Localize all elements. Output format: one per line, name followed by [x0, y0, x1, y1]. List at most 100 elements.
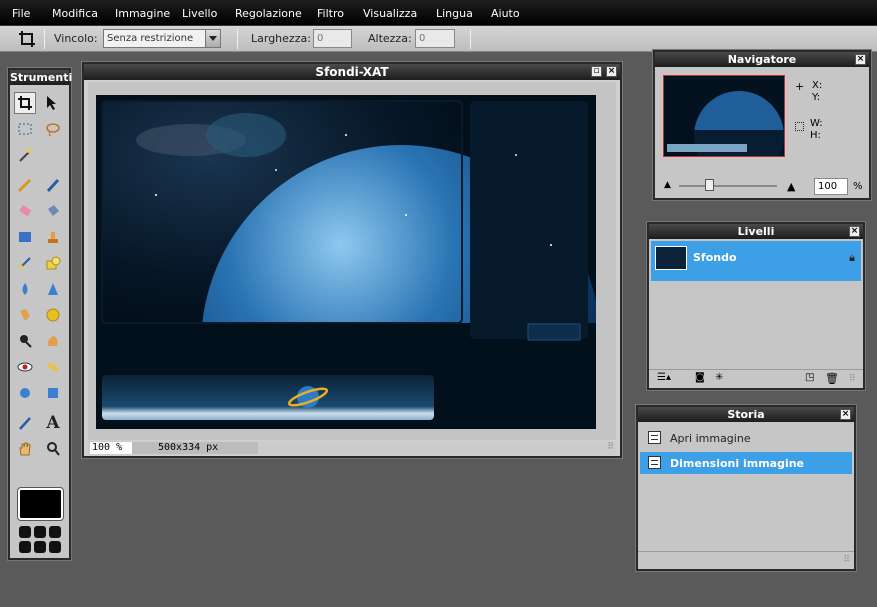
navigator-thumbnail-image	[664, 76, 784, 156]
history-step-icon	[648, 431, 661, 444]
zoom-slider-track[interactable]	[679, 185, 777, 187]
constraint-label: Vincolo:	[54, 32, 98, 45]
menu-modifica[interactable]: Modifica	[52, 7, 98, 20]
menu-immagine[interactable]: Immagine	[115, 7, 170, 20]
sharpen-icon[interactable]	[42, 278, 64, 300]
red-eye-icon[interactable]	[14, 356, 36, 378]
eraser-icon[interactable]	[14, 200, 36, 222]
zoom-slider-handle[interactable]	[705, 179, 714, 191]
palette-chip[interactable]	[49, 526, 61, 538]
shape-icon[interactable]	[42, 252, 64, 274]
brush-icon[interactable]	[42, 174, 64, 196]
layer-thumbnail	[655, 246, 687, 270]
h-label: H:	[810, 130, 821, 141]
constraint-select[interactable]: Senza restrizione	[103, 29, 221, 48]
pencil-icon[interactable]	[14, 174, 36, 196]
history-item-label: Apri immagine	[670, 432, 751, 445]
resize-grip-icon[interactable]: ⠿	[843, 555, 850, 565]
layers-title: Livelli	[649, 224, 863, 239]
y-label: Y:	[812, 92, 821, 103]
trash-icon[interactable]: 🗑︎	[825, 372, 839, 385]
layer-menu-icon[interactable]: ☰▴	[657, 372, 671, 383]
height-input[interactable]: 0	[415, 29, 455, 48]
menu-filtro[interactable]: Filtro	[317, 7, 344, 20]
width-input[interactable]: 0	[313, 29, 352, 48]
spot-heal-icon[interactable]	[42, 356, 64, 378]
pinch-icon[interactable]	[42, 382, 64, 404]
close-icon[interactable]: ×	[840, 409, 851, 420]
palette-chip[interactable]	[49, 541, 61, 553]
menu-bar: File Modifica Immagine Livello Regolazio…	[0, 0, 877, 26]
toolbar-separator	[44, 29, 45, 49]
width-label: Larghezza:	[251, 32, 311, 45]
tools-panel: Strumenti A	[8, 68, 73, 560]
zoom-icon[interactable]	[42, 438, 64, 460]
paint-bucket-icon[interactable]	[42, 200, 64, 222]
navigator-title: Navigatore	[655, 52, 869, 67]
height-label: Altezza:	[368, 32, 412, 45]
status-bar: 100 % 500x334 px ⠿	[88, 441, 616, 455]
resize-grip-icon[interactable]: ⠿	[849, 374, 856, 384]
smudge-icon[interactable]	[14, 304, 36, 326]
dodge-icon[interactable]	[14, 330, 36, 352]
lock-icon[interactable]: 🔒︎	[849, 251, 855, 265]
layer-mask-icon[interactable]: ◙	[695, 372, 705, 383]
close-icon[interactable]: ×	[606, 66, 617, 77]
navigator-preview[interactable]	[663, 75, 785, 157]
image-size-readout: 500x334 px	[132, 442, 258, 454]
document-window: Sfondi-XAT ▫ × 100 % 500x334 px ⠿	[82, 62, 622, 458]
layer-name: Sfondo	[693, 251, 737, 264]
history-title: Storia	[638, 407, 854, 422]
tools-panel-title: Strumenti	[10, 70, 73, 85]
blur-icon[interactable]	[14, 278, 36, 300]
clone-stamp-icon[interactable]	[42, 226, 64, 248]
layers-panel: Livelli × Sfondo 🔒︎ ☰▴ ◙ ✳ ◳ 🗑︎ ⠿	[647, 222, 865, 390]
sponge-icon[interactable]	[42, 304, 64, 326]
close-icon[interactable]: ×	[849, 226, 860, 237]
text-tool-icon[interactable]: A	[42, 412, 64, 434]
resize-grip-icon[interactable]: ⠿	[607, 442, 614, 452]
history-item[interactable]: Apri immagine	[640, 427, 852, 449]
menu-visualizza[interactable]: Visualizza	[363, 7, 417, 20]
menu-livello[interactable]: Livello	[182, 7, 217, 20]
marquee-select-icon[interactable]	[14, 118, 36, 140]
move-icon[interactable]	[42, 92, 64, 114]
crosshair-icon: +	[795, 80, 805, 93]
menu-lingua[interactable]: Lingua	[436, 7, 473, 20]
burn-icon[interactable]	[42, 330, 64, 352]
color-picker-icon[interactable]	[14, 412, 36, 434]
selection-size-icon	[795, 122, 804, 131]
new-layer-icon[interactable]: ◳	[805, 372, 814, 383]
menu-file[interactable]: File	[12, 7, 30, 20]
palette-chip[interactable]	[34, 541, 46, 553]
menu-aiuto[interactable]: Aiuto	[491, 7, 520, 20]
zoom-input[interactable]: 100	[814, 178, 848, 195]
color-replace-icon[interactable]	[14, 252, 36, 274]
close-icon[interactable]: ×	[855, 54, 866, 65]
canvas-image[interactable]	[96, 95, 596, 429]
zoom-unit: %	[853, 181, 863, 192]
bloat-icon[interactable]	[14, 382, 36, 404]
history-item-selected[interactable]: Dimensioni immagine	[640, 452, 852, 474]
color-swatch[interactable]	[17, 487, 64, 521]
palette-chip[interactable]	[34, 526, 46, 538]
w-label: W:	[810, 118, 823, 129]
palette-chip[interactable]	[19, 526, 31, 538]
layer-row[interactable]: Sfondo 🔒︎	[651, 241, 861, 281]
zoom-out-icon[interactable]: ▲	[664, 180, 671, 190]
layer-styles-icon[interactable]: ✳	[715, 372, 723, 383]
zoom-in-icon[interactable]: ▲	[787, 180, 795, 193]
navigator-panel: Navigatore × + X: Y: W: H: ▲ ▲ 100 %	[653, 50, 871, 200]
palette-chip[interactable]	[19, 541, 31, 553]
zoom-readout[interactable]: 100 %	[90, 442, 132, 454]
magic-wand-icon[interactable]	[14, 144, 36, 166]
chevron-down-icon[interactable]	[205, 30, 220, 47]
crop-icon[interactable]	[14, 92, 36, 114]
document-title: Sfondi-XAT	[84, 64, 620, 80]
gradient-icon[interactable]	[14, 226, 36, 248]
hand-icon[interactable]	[14, 438, 36, 460]
maximize-icon[interactable]: ▫	[591, 66, 602, 77]
menu-regolazione[interactable]: Regolazione	[235, 7, 302, 20]
toolbar-separator	[237, 29, 238, 49]
lasso-icon[interactable]	[42, 118, 64, 140]
